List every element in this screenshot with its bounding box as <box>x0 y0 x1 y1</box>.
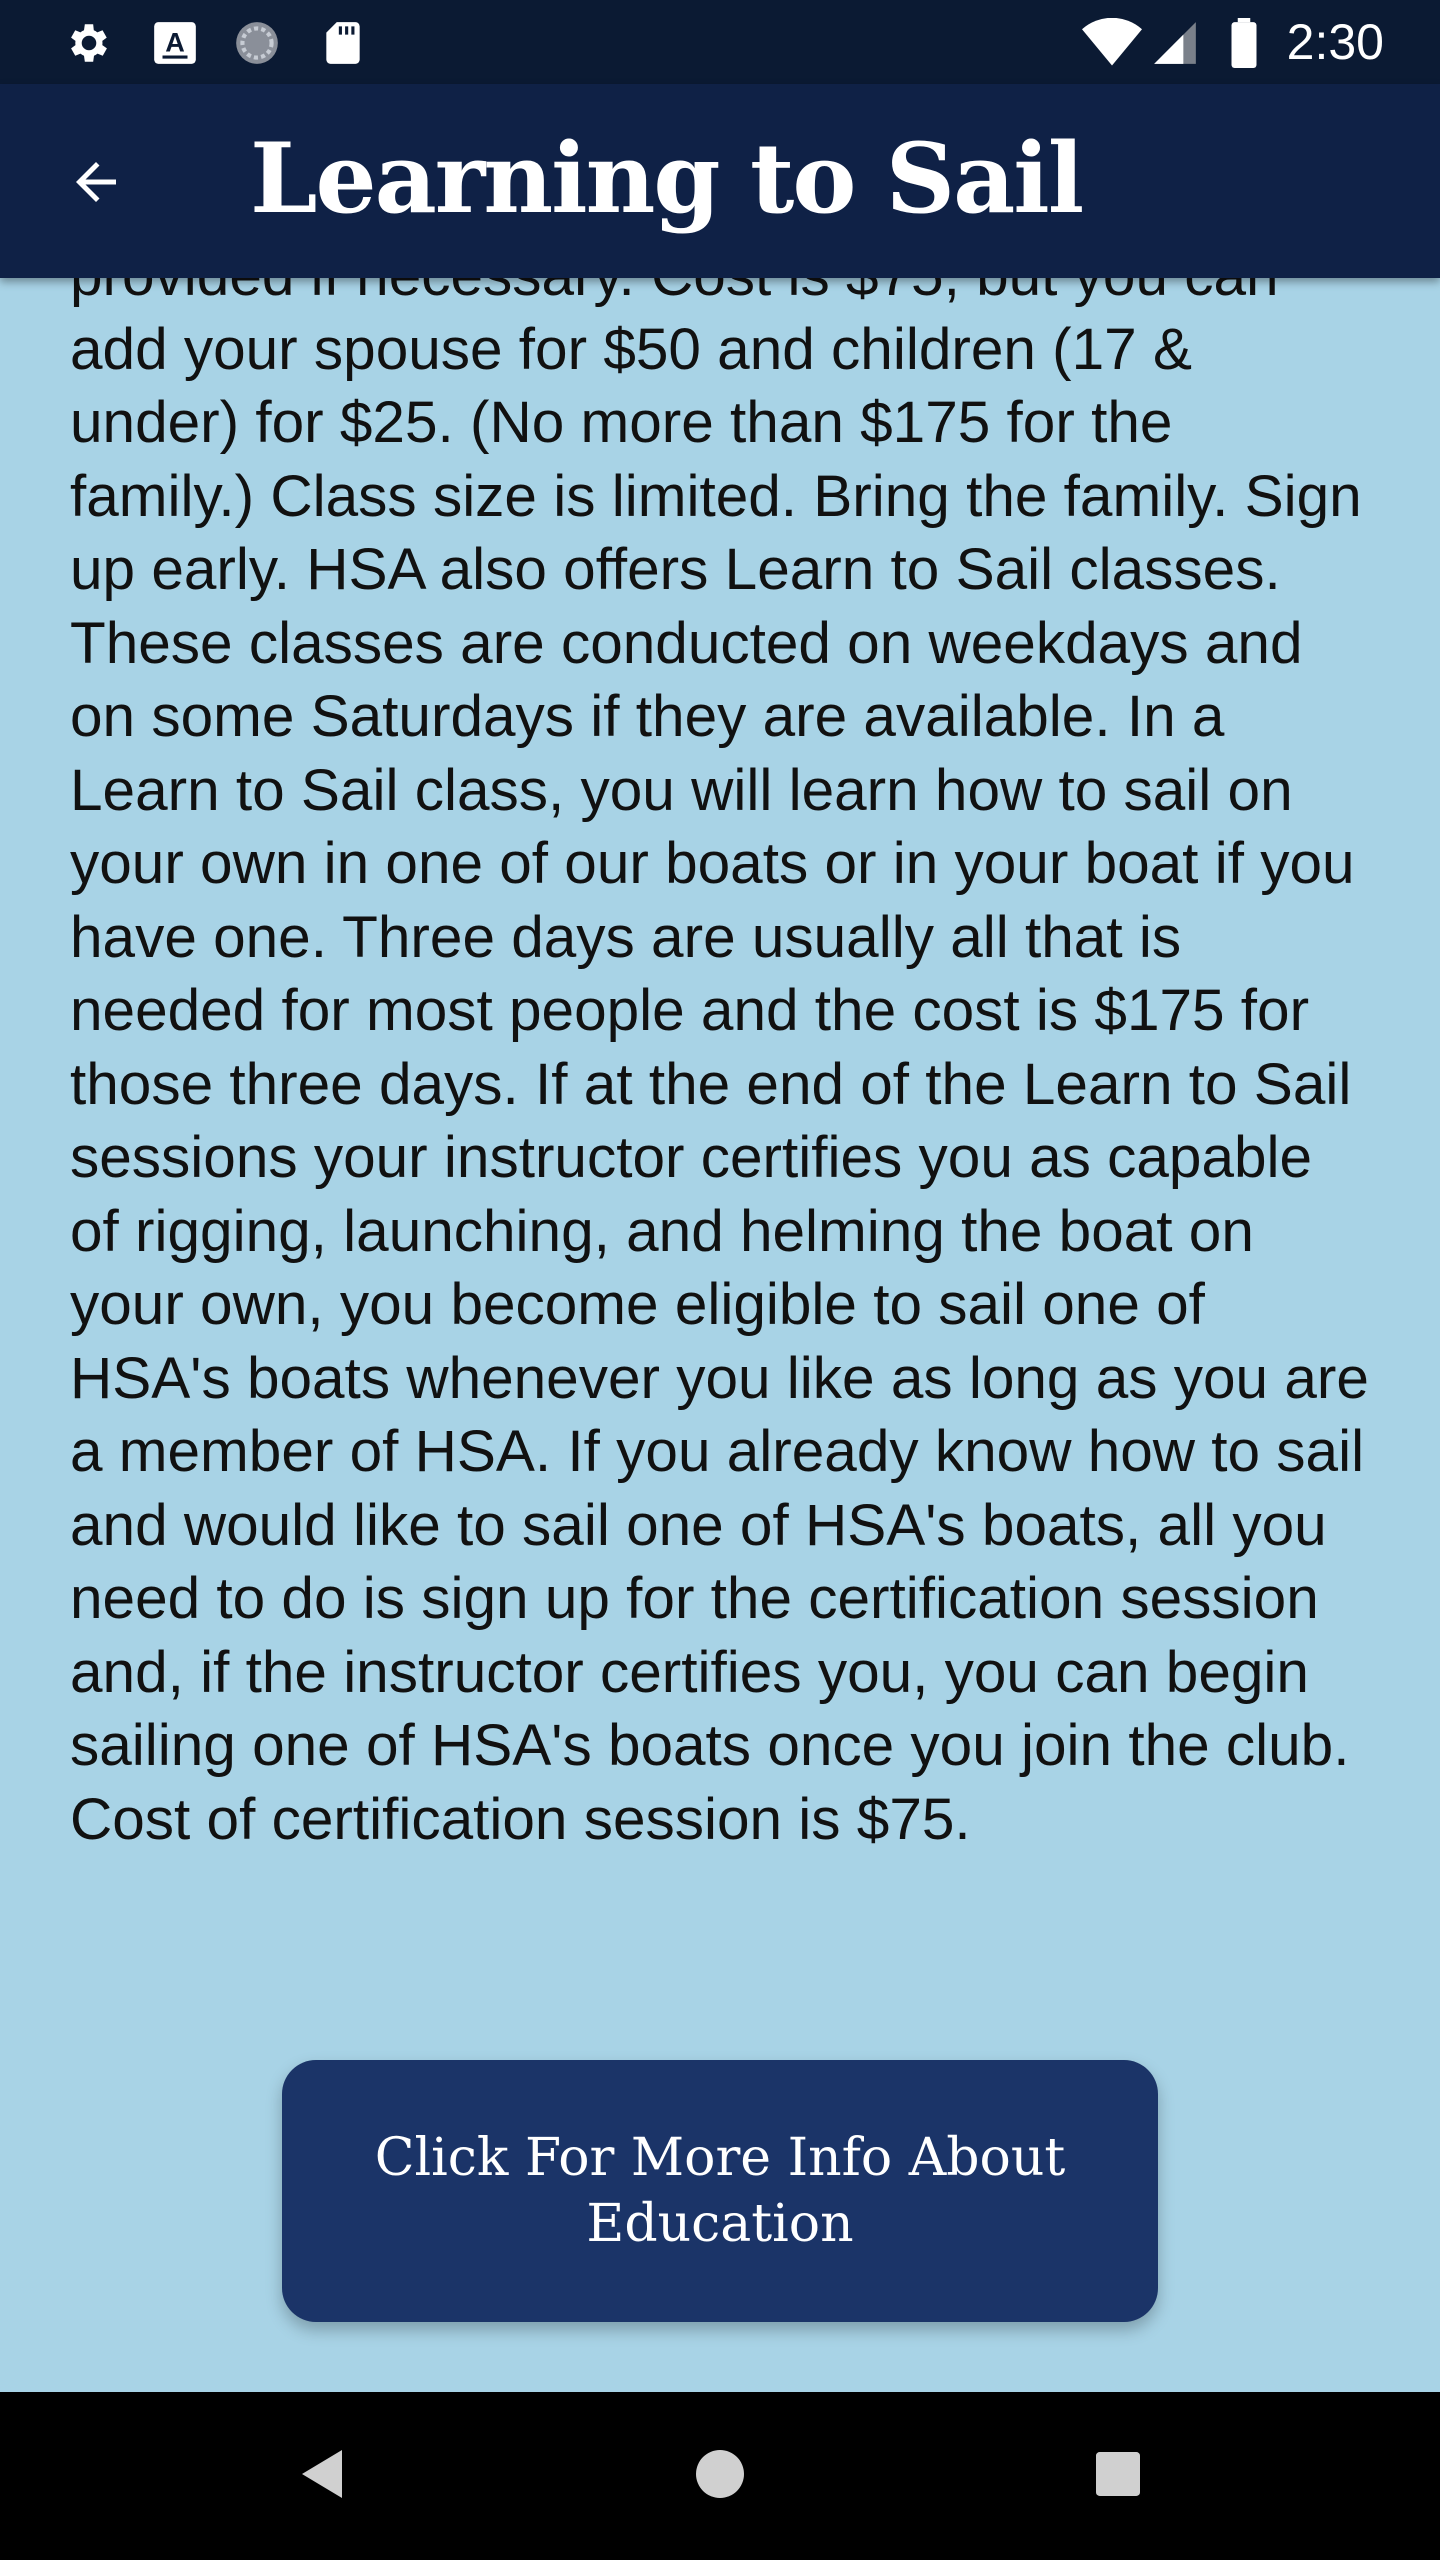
home-circle-icon <box>696 2449 744 2503</box>
app-bar: Learning to Sail <box>0 84 1440 278</box>
content-scroll-area[interactable]: provided if necessary. Cost is $75, but … <box>0 278 1440 2390</box>
sync-circle-icon <box>232 18 282 68</box>
back-triangle-icon <box>302 2449 346 2504</box>
page-title: Learning to Sail <box>250 122 1084 235</box>
status-bar: A 2:30 <box>0 0 1440 84</box>
navigation-bar <box>0 2392 1440 2560</box>
nav-recents-button[interactable] <box>1078 2436 1158 2516</box>
gear-icon <box>64 18 114 68</box>
keyboard-a-icon: A <box>150 18 200 68</box>
more-info-button-label: Click For More Info About Education <box>374 2128 1066 2254</box>
body-text: provided if necessary. Cost is $75, but … <box>70 278 1369 1852</box>
battery-icon <box>1226 18 1262 69</box>
wifi-icon <box>1082 17 1142 68</box>
svg-text:A: A <box>165 26 185 57</box>
more-info-button[interactable]: Click For More Info About Education <box>282 2060 1158 2322</box>
sd-card-icon <box>318 18 368 68</box>
status-time: 2:30 <box>1286 14 1384 70</box>
nav-home-button[interactable] <box>680 2436 760 2516</box>
nav-back-button[interactable] <box>284 2436 364 2516</box>
back-button[interactable] <box>56 144 136 224</box>
recents-square-icon <box>1096 2451 1140 2501</box>
cell-signal-icon <box>1150 18 1200 68</box>
arrow-back-icon <box>66 152 126 217</box>
